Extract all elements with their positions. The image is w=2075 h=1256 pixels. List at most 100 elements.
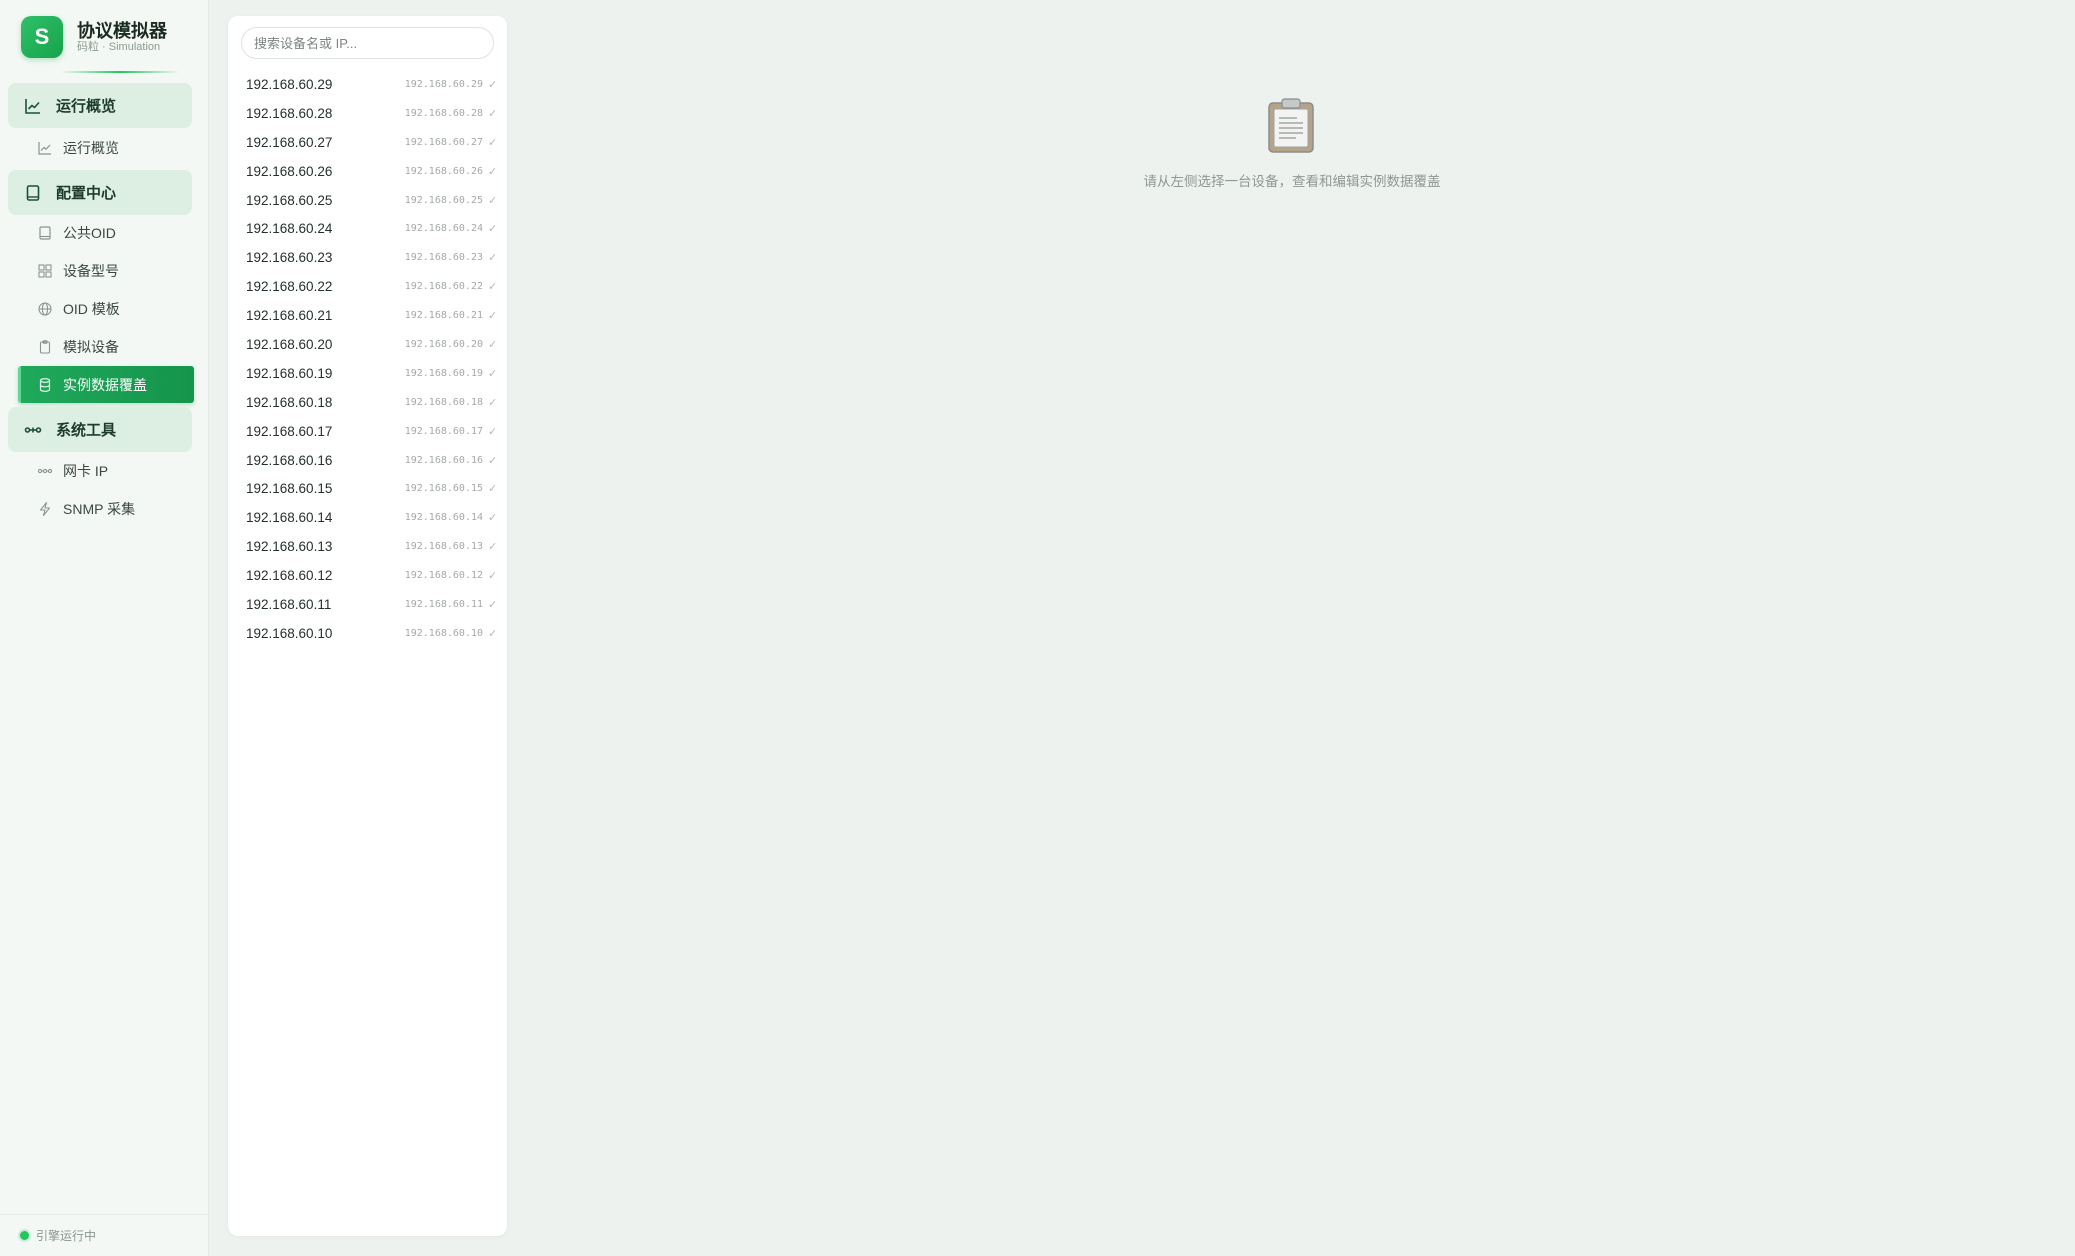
database-icon (39, 377, 51, 392)
book-icon (39, 225, 51, 240)
device-name: 192.168.60.17 (246, 423, 333, 439)
status-text: 引擎运行中 (36, 1229, 97, 1243)
nav-group-label: 系统工具 (56, 422, 117, 439)
device-name: 192.168.60.16 (246, 452, 333, 468)
device-ip: 192.168.60.12 (404, 570, 483, 582)
brand-divider (60, 71, 180, 73)
device-name: 192.168.60.26 (246, 163, 333, 179)
brand-text: 协议模拟器 码粒 · Simulation (77, 21, 167, 54)
device-name: 192.168.60.13 (246, 539, 333, 555)
sidebar-item-instance-override[interactable]: 实例数据覆盖 (18, 366, 194, 403)
device-list-item[interactable]: 192.168.60.18 192.168.60.18 ✓ (228, 388, 507, 417)
device-list-item[interactable]: 192.168.60.20 192.168.60.20 ✓ (228, 330, 507, 359)
device-list-item[interactable]: 192.168.60.21 192.168.60.21 ✓ (228, 301, 507, 330)
device-name: 192.168.60.20 (246, 336, 333, 352)
device-ip: 192.168.60.21 (404, 310, 483, 322)
device-name: 192.168.60.23 (246, 250, 333, 266)
device-list-item[interactable]: 192.168.60.17 192.168.60.17 ✓ (228, 417, 507, 446)
device-name: 192.168.60.18 (246, 394, 333, 410)
sidebar-item-label: 网卡 IP (63, 462, 109, 479)
device-ip: 192.168.60.10 (404, 627, 483, 639)
engine-status: 引擎运行中 (0, 1214, 208, 1256)
device-list-item[interactable]: 192.168.60.27 192.168.60.27 ✓ (228, 128, 507, 157)
check-icon: ✓ (488, 396, 498, 409)
device-search-input[interactable] (241, 27, 494, 59)
device-list-item[interactable]: 192.168.60.16 192.168.60.16 ✓ (228, 446, 507, 475)
device-name: 192.168.60.28 (246, 105, 333, 121)
check-icon: ✓ (488, 338, 498, 351)
device-name: 192.168.60.29 (246, 76, 333, 92)
device-ip: 192.168.60.16 (404, 454, 483, 466)
sidebar-item-label: 公共OID (63, 224, 116, 241)
line-chart-icon (38, 141, 51, 155)
device-list: 192.168.60.29 192.168.60.29 ✓ 192.168.60.28… (228, 70, 507, 648)
book-icon (26, 184, 40, 201)
device-list-item[interactable]: 192.168.60.13 192.168.60.13 ✓ (228, 532, 507, 561)
device-ip: 192.168.60.19 (404, 367, 483, 379)
device-ip: 192.168.60.15 (404, 483, 483, 495)
app-window: S 协议模拟器 码粒 · Simulation 运行概览 运行概览 配置中心 公… (0, 0, 2075, 1256)
device-list-item[interactable]: 192.168.60.12 192.168.60.12 ✓ (228, 561, 507, 590)
nav-group-config[interactable]: 配置中心 (8, 170, 192, 215)
device-ip: 192.168.60.13 (404, 541, 483, 553)
sidebar-item-public-oid[interactable]: 公共OID (18, 214, 194, 251)
sidebar-item-overview[interactable]: 运行概览 (18, 129, 194, 166)
sidebar-item-oid-template[interactable]: OID 模板 (18, 290, 194, 327)
grid-icon (38, 263, 52, 278)
nav-group-overview[interactable]: 运行概览 (8, 83, 192, 128)
device-ip: 192.168.60.14 (404, 512, 483, 524)
device-name: 192.168.60.27 (246, 134, 333, 150)
device-list-item[interactable]: 192.168.60.14 192.168.60.14 ✓ (228, 503, 507, 532)
sidebar-item-simulated-device[interactable]: 模拟设备 (18, 328, 194, 365)
device-name: 192.168.60.24 (246, 221, 333, 237)
device-list-item[interactable]: 192.168.60.26 192.168.60.26 ✓ (228, 157, 507, 186)
device-list-item[interactable]: 192.168.60.29 192.168.60.29 ✓ (228, 70, 507, 99)
sidebar-item-label: OID 模板 (63, 300, 120, 317)
check-icon: ✓ (488, 367, 498, 380)
device-list-item[interactable]: 192.168.60.28 192.168.60.28 ✓ (228, 99, 507, 128)
device-list-item[interactable]: 192.168.60.15 192.168.60.15 ✓ (228, 474, 507, 503)
device-ip: 192.168.60.23 (404, 252, 483, 264)
device-name: 192.168.60.10 (246, 625, 333, 641)
device-list-item[interactable]: 192.168.60.10 192.168.60.10 ✓ (228, 619, 507, 648)
check-icon: ✓ (488, 136, 498, 149)
device-ip: 192.168.60.26 (404, 165, 483, 177)
device-ip: 192.168.60.11 (404, 598, 483, 610)
sidebar-item-label: 设备型号 (63, 262, 119, 279)
check-icon: ✓ (488, 78, 498, 91)
check-icon: ✓ (488, 598, 498, 611)
device-list-item[interactable]: 192.168.60.23 192.168.60.23 ✓ (228, 243, 507, 272)
line-chart-icon (25, 98, 40, 114)
sidebar-item-label: SNMP 采集 (63, 500, 136, 517)
device-list-item[interactable]: 192.168.60.24 192.168.60.24 ✓ (228, 214, 507, 243)
sidebar-item-nic-ip[interactable]: 网卡 IP (18, 452, 194, 489)
check-icon: ✓ (488, 310, 498, 323)
check-icon: ✓ (488, 483, 498, 496)
main-content: 请从左侧选择一台设备，查看和编辑实例数据覆盖 (509, 0, 2075, 1256)
device-ip: 192.168.60.29 (404, 78, 483, 90)
check-icon: ✓ (488, 223, 498, 236)
sidebar-item-snmp-collect[interactable]: SNMP 采集 (18, 490, 194, 527)
sidebar-item-device-model[interactable]: 设备型号 (18, 252, 194, 289)
link-tool-icon (24, 426, 42, 433)
sidebar-item-label: 模拟设备 (63, 338, 119, 355)
device-ip: 192.168.60.20 (404, 338, 483, 350)
device-list-item[interactable]: 192.168.60.19 192.168.60.19 ✓ (228, 359, 507, 388)
nav-group-label: 运行概览 (56, 98, 117, 115)
check-icon: ✓ (488, 454, 498, 467)
nav-group-tools[interactable]: 系统工具 (8, 407, 192, 452)
device-list-item[interactable]: 192.168.60.22 192.168.60.22 ✓ (228, 272, 507, 301)
device-ip: 192.168.60.17 (404, 425, 483, 437)
device-name: 192.168.60.19 (246, 365, 333, 381)
status-dot (20, 1231, 29, 1240)
check-icon: ✓ (488, 512, 498, 525)
check-icon: ✓ (488, 281, 498, 294)
check-icon: ✓ (488, 107, 498, 120)
empty-state-message: 请从左侧选择一台设备，查看和编辑实例数据覆盖 (1143, 174, 1441, 189)
check-icon: ✓ (488, 194, 498, 207)
device-name: 192.168.60.12 (246, 568, 333, 584)
device-list-item[interactable]: 192.168.60.11 192.168.60.11 ✓ (228, 590, 507, 619)
app-subtitle: 码粒 · Simulation (77, 40, 161, 53)
device-list-item[interactable]: 192.168.60.25 192.168.60.25 ✓ (228, 186, 507, 215)
check-icon: ✓ (488, 570, 498, 583)
